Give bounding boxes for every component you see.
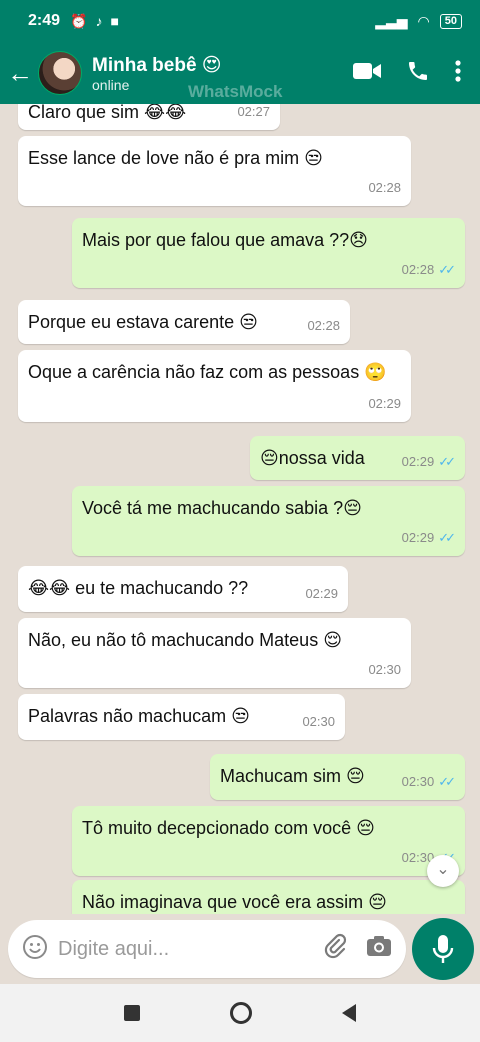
message-bubble-incoming[interactable]: Palavras não machucam 😒 02:30 xyxy=(18,694,345,740)
menu-dots-icon[interactable] xyxy=(454,59,462,88)
microphone-icon[interactable] xyxy=(412,918,474,980)
message-bubble-outgoing[interactable]: Tô muito decepcionado com você 😔 02:30✓✓ xyxy=(72,806,465,876)
back-nav-icon[interactable] xyxy=(342,1004,356,1022)
message-list[interactable]: Claro que sim 😂😂 02:27 Esse lance de lov… xyxy=(0,104,480,914)
message-input-placeholder: Digite aqui... xyxy=(58,937,170,960)
message-time: 02:28 xyxy=(368,180,401,195)
message-bubble-incoming[interactable]: Claro que sim 😂😂 02:27 xyxy=(18,104,280,130)
attach-icon[interactable] xyxy=(322,933,348,965)
system-nav-bar xyxy=(0,984,480,1042)
message-bubble-outgoing[interactable]: Você tá me machucando sabia ?😔 02:29 ✓✓ xyxy=(72,486,465,556)
message-text: Mais por que falou que amava ??😞 xyxy=(82,230,368,250)
home-icon[interactable] xyxy=(230,1002,252,1024)
message-bubble-incoming[interactable]: Esse lance de love não é pra mim 😒 02:28 xyxy=(18,136,411,206)
read-receipt-icon: ✓✓ xyxy=(438,774,456,789)
message-text: Não, eu não tô machucando Mateus 😌 xyxy=(28,630,342,650)
message-text: Porque eu estava carente 😒 xyxy=(28,312,258,332)
message-bubble-incoming[interactable]: 😂😂 eu te machucando ?? 02:29 xyxy=(18,566,348,612)
video-notification-icon: ■ xyxy=(110,13,119,29)
message-text: Claro que sim 😂😂 xyxy=(28,104,187,122)
message-input[interactable]: Digite aqui... xyxy=(8,920,406,978)
message-bubble-outgoing[interactable]: Machucam sim 😔 02:30 ✓✓ xyxy=(210,754,465,800)
read-receipt-icon: ✓✓ xyxy=(438,454,456,469)
message-bubble-incoming[interactable]: Oque a carência não faz com as pessoas 🙄… xyxy=(18,350,411,422)
watermark: WhatsMock xyxy=(188,82,283,101)
alarm-icon: ⏰ xyxy=(70,12,88,29)
tiktok-icon: ♪ xyxy=(95,13,103,29)
message-time: 02:27 xyxy=(237,104,270,119)
recent-apps-icon[interactable] xyxy=(124,1005,140,1021)
message-text: 😔nossa vida xyxy=(260,448,365,468)
battery-icon: 50 xyxy=(439,13,462,29)
message-time: 02:28 xyxy=(307,318,340,333)
message-time: 02:29 xyxy=(368,396,401,411)
status-bar: 2:49 ⏰ ♪ ■ ▂▃▅ ◠ 50 xyxy=(0,0,480,42)
message-text: 😂😂 eu te machucando ?? xyxy=(28,578,249,598)
message-text: Tô muito decepcionado com você 😔 xyxy=(82,818,375,838)
message-bubble-outgoing[interactable]: Não imaginava que você era assim 😔 xyxy=(72,880,465,914)
message-time: 02:30 xyxy=(302,714,335,729)
read-receipt-icon: ✓✓ xyxy=(438,530,456,545)
message-time: 02:29 xyxy=(305,586,338,601)
back-arrow-icon[interactable]: ← xyxy=(2,58,38,89)
contact-name: Minha bebê 😍 xyxy=(92,54,222,76)
message-time: 02:28 xyxy=(401,262,435,277)
message-time: 02:30 xyxy=(368,662,401,677)
read-receipt-icon: ✓✓ xyxy=(438,262,456,277)
message-text: Esse lance de love não é pra mim 😒 xyxy=(28,148,323,168)
message-text: Não imaginava que você era assim 😔 xyxy=(82,892,387,912)
message-text: Machucam sim 😔 xyxy=(220,766,365,786)
message-bubble-outgoing[interactable]: Mais por que falou que amava ??😞 02:28 ✓✓ xyxy=(72,218,465,288)
message-text: Palavras não machucam 😒 xyxy=(28,706,250,726)
message-time: 02:30 xyxy=(401,774,435,789)
scroll-to-bottom-icon[interactable]: ⌄ xyxy=(427,855,459,887)
message-bubble-outgoing[interactable]: 😔nossa vida 02:29 ✓✓ xyxy=(250,436,465,480)
message-bubble-incoming[interactable]: Não, eu não tô machucando Mateus 😌 02:30 xyxy=(18,618,411,688)
message-time: 02:29 xyxy=(401,530,435,545)
message-text: Oque a carência não faz com as pessoas 🙄 xyxy=(28,362,387,382)
avatar[interactable] xyxy=(38,51,82,95)
emoji-icon[interactable] xyxy=(22,934,48,965)
signal-icon: ▂▃▅ xyxy=(375,12,408,29)
camera-icon[interactable] xyxy=(366,935,392,963)
clock: 2:49 xyxy=(28,12,61,29)
message-bubble-incoming[interactable]: Porque eu estava carente 😒 02:28 xyxy=(18,300,350,344)
composer: Digite aqui... xyxy=(0,914,480,984)
wifi-icon: ◠ xyxy=(417,12,430,29)
message-time: 02:29 xyxy=(401,454,435,469)
message-text: Você tá me machucando sabia ?😔 xyxy=(82,498,362,518)
video-call-icon[interactable] xyxy=(352,60,382,87)
phone-call-icon[interactable] xyxy=(406,59,430,88)
